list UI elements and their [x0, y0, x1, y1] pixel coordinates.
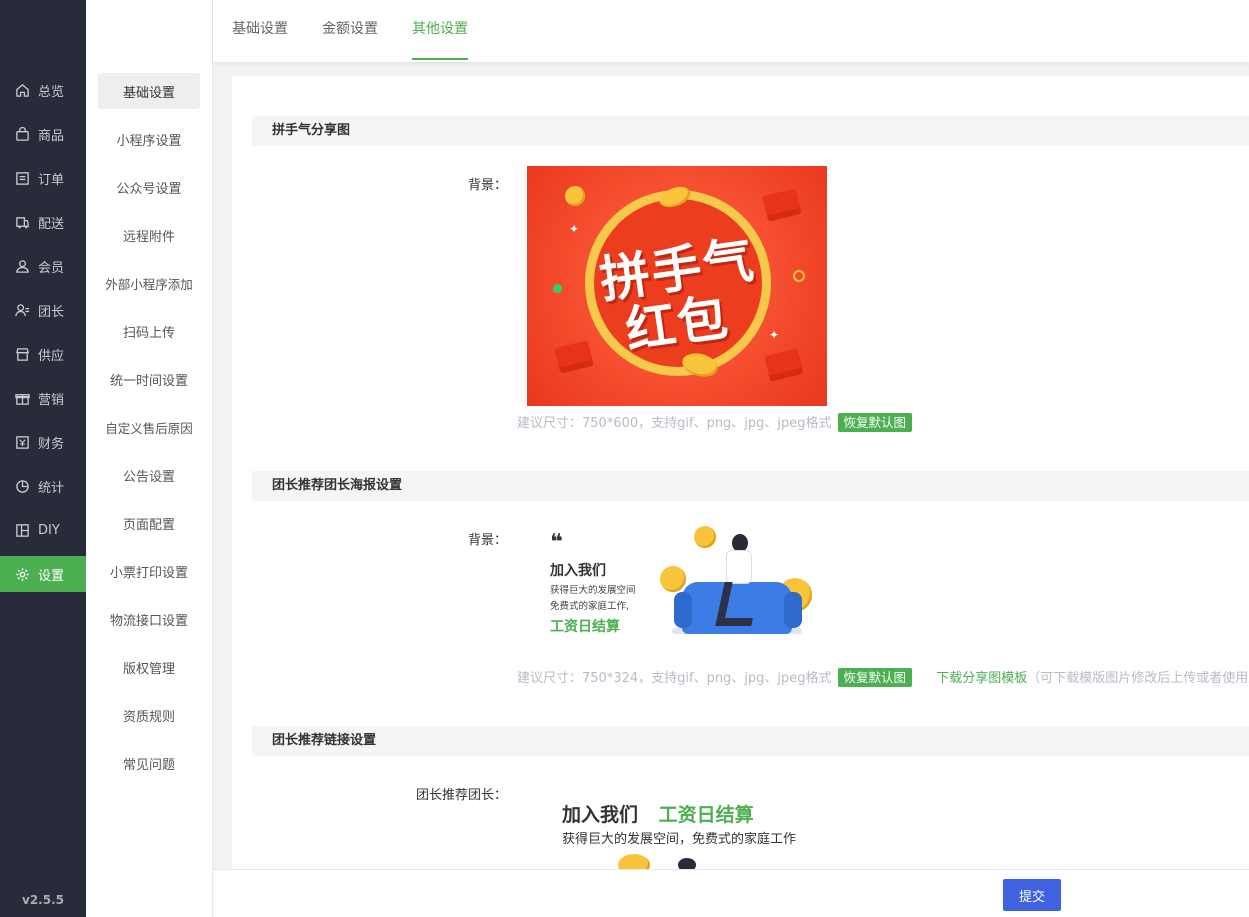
restore-default-button[interactable]: 恢复默认图 — [837, 413, 913, 432]
action-bar: 提交 — [213, 869, 1249, 917]
download-note: （可下载模版图片修改后上传或者使用默认 — [1027, 671, 1249, 686]
submenu-item-page-config[interactable]: 页面配置 — [98, 505, 200, 541]
nav-item-label: 统计 — [38, 480, 65, 496]
submenu-item-miniprogram[interactable]: 小程序设置 — [98, 121, 200, 157]
gear-icon — [14, 566, 30, 582]
link-preview-subtitle: 获得巨大的发展空间，免费式的家庭工作 — [562, 832, 797, 847]
pie-chart-icon — [14, 478, 30, 494]
share-hint-text: 建议尺寸：750*600，支持gif、png、jpg、jpeg格式 — [517, 416, 832, 431]
shopping-bag-icon — [14, 126, 30, 142]
tab-basic-settings[interactable]: 基础设置 — [232, 0, 288, 60]
nav-item-goods[interactable]: 商品 — [0, 116, 86, 152]
link-title-black: 加入我们 — [562, 804, 639, 826]
nav-item-settings[interactable]: 设置 — [0, 556, 86, 592]
submenu-item-receipt-print[interactable]: 小票打印设置 — [98, 553, 200, 589]
nav-item-label: 设置 — [38, 568, 65, 584]
nav-item-label: 总览 — [38, 84, 65, 100]
person-body — [726, 550, 752, 584]
home-icon — [14, 82, 30, 98]
submenu-item-basic[interactable]: 基础设置 — [98, 73, 200, 109]
nav-item-team-leader[interactable]: 团长 — [0, 292, 86, 328]
section-title-link: 团长推荐链接设置 — [252, 726, 1249, 756]
coin-icon — [694, 526, 716, 548]
nav-item-delivery[interactable]: 配送 — [0, 204, 86, 240]
submenu-item-remote-attachment[interactable]: 远程附件 — [98, 217, 200, 253]
sofa-arm-shape — [784, 592, 802, 628]
store-icon — [14, 346, 30, 362]
submenu-item-qualification[interactable]: 资质规则 — [98, 697, 200, 733]
submenu-item-announcement[interactable]: 公告设置 — [98, 457, 200, 493]
tab-bar: 基础设置 金额设置 其他设置 — [213, 0, 1249, 62]
tab-amount-settings[interactable]: 金额设置 — [322, 0, 378, 60]
user-icon — [14, 258, 30, 274]
nav-item-orders[interactable]: 订单 — [0, 160, 86, 196]
share-hint: 建议尺寸：750*600，支持gif、png、jpg、jpeg格式 恢复默认图 — [517, 412, 913, 432]
nav-item-label: 订单 — [38, 172, 65, 188]
nav-item-label: 供应 — [38, 348, 65, 364]
poster-bg-label: 背景： — [467, 533, 507, 548]
coin-ring-icon — [793, 270, 805, 282]
finance-icon — [14, 434, 30, 450]
main-nav: 总览 商品 订单 配送 会员 团长 供应 营销 财务 统计 DIY 设置 v2.… — [0, 0, 86, 917]
poster-bg-image[interactable]: ❝ 加入我们 获得巨大的发展空间 免费式的家庭工作, 工资日结算 — [542, 524, 812, 654]
nav-item-label: 财务 — [38, 436, 65, 452]
team-leader-icon — [14, 302, 30, 318]
coin-icon — [565, 186, 585, 206]
link-title-green: 工资日结算 — [658, 804, 754, 826]
submenu-item-copyright[interactable]: 版权管理 — [98, 649, 200, 685]
submenu-item-faq[interactable]: 常见问题 — [98, 745, 200, 781]
nav-item-supply[interactable]: 供应 — [0, 336, 86, 372]
link-label: 团长推荐团长： — [415, 788, 507, 803]
nav-item-label: 营销 — [38, 392, 65, 408]
red-envelope-icon — [764, 348, 804, 382]
share-bg-label: 背景： — [467, 178, 507, 193]
poster-hint: 建议尺寸：750*324，支持gif、png、jpg、jpeg格式 恢复默认图 下… — [517, 667, 1249, 687]
poster-green-text: 工资日结算 — [550, 619, 620, 635]
nav-item-label: DIY — [38, 522, 60, 538]
settings-submenu: 基础设置 小程序设置 公众号设置 远程附件 外部小程序添加 扫码上传 统一时间设… — [86, 0, 213, 917]
submenu-item-unified-time[interactable]: 统一时间设置 — [98, 361, 200, 397]
gift-icon — [14, 390, 30, 406]
order-icon — [14, 170, 30, 186]
submenu-item-external-miniprogram[interactable]: 外部小程序添加 — [92, 265, 206, 301]
nav-item-marketing[interactable]: 营销 — [0, 380, 86, 416]
nav-item-members[interactable]: 会员 — [0, 248, 86, 284]
delivery-icon — [14, 214, 30, 230]
restore-default-button[interactable]: 恢复默认图 — [837, 668, 913, 687]
submit-button[interactable]: 提交 — [1003, 879, 1061, 911]
settings-content: 拼手气分享图 背景： 拼手气 红包 ✦ ✦ 建议尺寸：750*600，支持gif… — [232, 76, 1249, 876]
quote-mark-icon: ❝ — [550, 530, 563, 555]
layout-icon — [14, 522, 30, 538]
nav-item-diy[interactable]: DIY — [0, 512, 86, 548]
submenu-item-official-account[interactable]: 公众号设置 — [98, 169, 200, 205]
submenu-item-logistics-api[interactable]: 物流接口设置 — [98, 601, 200, 637]
submenu-item-aftersale-reasons[interactable]: 自定义售后原因 — [92, 409, 206, 445]
poster-line2: 免费式的家庭工作, — [550, 601, 630, 612]
poster-hint-text: 建议尺寸：750*324，支持gif、png、jpg、jpeg格式 — [517, 671, 832, 686]
share-bg-image[interactable]: 拼手气 红包 ✦ ✦ — [527, 166, 827, 406]
sofa-arm-shape — [674, 592, 692, 628]
submenu-item-scan-upload[interactable]: 扫码上传 — [98, 313, 200, 349]
nav-item-label: 团长 — [38, 304, 65, 320]
nav-item-label: 配送 — [38, 216, 65, 232]
green-dot-icon — [553, 284, 562, 293]
coin-icon — [660, 566, 686, 592]
sparkle-icon: ✦ — [769, 328, 780, 342]
poster-title: 加入我们 — [550, 563, 606, 579]
link-preview-title: 加入我们 工资日结算 — [562, 800, 754, 827]
nav-item-overview[interactable]: 总览 — [0, 72, 86, 108]
section-title-share: 拼手气分享图 — [252, 116, 1249, 146]
download-template-link[interactable]: 下载分享图模板 — [936, 671, 1027, 686]
section-title-poster: 团长推荐团长海报设置 — [252, 471, 1249, 501]
poster-line1: 获得巨大的发展空间 — [550, 585, 636, 596]
nav-item-finance[interactable]: 财务 — [0, 424, 86, 460]
nav-item-label: 会员 — [38, 260, 65, 276]
sparkle-icon: ✦ — [569, 222, 580, 236]
nav-item-label: 商品 — [38, 128, 65, 144]
tab-other-settings[interactable]: 其他设置 — [412, 0, 468, 60]
nav-item-stats[interactable]: 统计 — [0, 468, 86, 504]
version-label: v2.5.5 — [22, 893, 64, 907]
